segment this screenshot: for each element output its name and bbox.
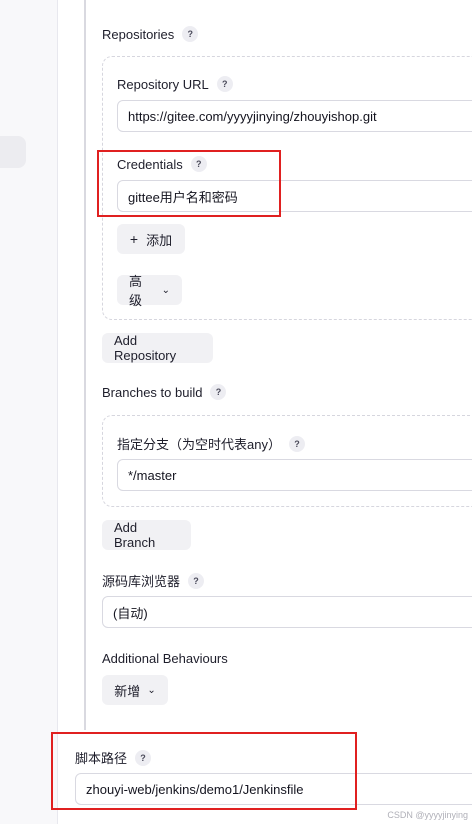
divider <box>57 0 58 824</box>
help-icon[interactable]: ? <box>135 749 152 766</box>
add-behaviour-button[interactable]: 新增 ⌄ <box>102 675 168 705</box>
help-icon[interactable]: ? <box>210 384 227 400</box>
repository-url-input[interactable]: https://gitee.com/yyyyjinying/zhouyishop… <box>117 100 472 132</box>
script-path-input[interactable]: zhouyi-web/jenkins/demo1/Jenkinsfile <box>75 773 472 805</box>
sidebar-active-item[interactable] <box>0 136 26 168</box>
branches-label: Branches to build ? <box>102 384 227 400</box>
credentials-select[interactable]: gittee用户名和密码 <box>117 180 472 212</box>
additional-behaviours-label-text: Additional Behaviours <box>102 651 228 666</box>
left-sidebar <box>0 0 57 824</box>
branch-specifier-input[interactable]: */master <box>117 459 472 491</box>
plus-icon: + <box>129 231 139 247</box>
repository-browser-select[interactable]: (自动) <box>102 596 472 628</box>
repository-browser-label: 源码库浏览器 ? <box>102 571 205 590</box>
chevron-down-icon: ⌄ <box>147 684 156 696</box>
script-path-label: 脚本路径 ? <box>75 748 152 767</box>
help-icon[interactable]: ? <box>190 156 207 172</box>
additional-behaviours-label: Additional Behaviours <box>102 651 228 666</box>
advanced-button-label: 高级 <box>129 274 143 308</box>
repository-url-label: Repository URL ? <box>117 76 233 92</box>
branch-specifier-label: 指定分支（为空时代表any） ? <box>117 434 305 453</box>
add-behaviour-label: 新增 <box>114 683 141 699</box>
watermark: CSDN @yyyyjinying <box>387 810 468 820</box>
add-branch-button[interactable]: Add Branch <box>102 520 191 550</box>
add-credentials-button[interactable]: + 添加 <box>117 224 185 254</box>
repositories-label: Repositories ? <box>102 26 199 42</box>
section-indent-line <box>84 0 86 730</box>
chevron-down-icon: ⌄ <box>161 284 170 296</box>
advanced-button[interactable]: 高级 ⌄ <box>117 274 182 308</box>
add-repository-button[interactable]: Add Repository <box>102 333 213 363</box>
add-button-label: 添加 <box>146 232 173 248</box>
repository-browser-label-text: 源码库浏览器 <box>102 574 181 589</box>
help-icon[interactable]: ? <box>188 572 205 589</box>
help-icon[interactable]: ? <box>288 435 305 452</box>
help-icon[interactable]: ? <box>216 76 233 92</box>
repository-url-label-text: Repository URL <box>117 76 209 92</box>
credentials-label: Credentials ? <box>117 156 207 172</box>
credentials-label-text: Credentials <box>117 156 183 172</box>
script-path-label-text: 脚本路径 <box>75 751 128 766</box>
branches-label-text: Branches to build <box>102 384 203 400</box>
branch-specifier-label-text: 指定分支（为空时代表any） <box>117 437 281 452</box>
repositories-label-text: Repositories <box>102 26 175 42</box>
help-icon[interactable]: ? <box>182 26 199 42</box>
